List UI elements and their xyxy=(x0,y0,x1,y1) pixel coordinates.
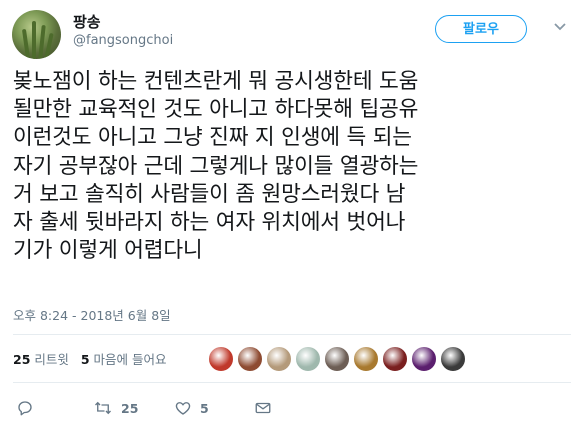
tweet-line: 봊노잼이 하는 컨텐츠란게 뭐 공시생한테 도움 xyxy=(13,69,419,94)
like-count: 5 xyxy=(200,400,209,416)
liker-avatar[interactable] xyxy=(353,346,379,372)
author-display-name[interactable]: 팡송 xyxy=(73,11,101,32)
liker-avatar[interactable] xyxy=(237,346,263,372)
reply-icon xyxy=(18,401,32,416)
author-avatar[interactable] xyxy=(12,10,61,59)
tweet-line: 이런것도 아니고 그냥 진짜 지 인생에 득 되는 xyxy=(13,125,412,151)
likes-count: 5 xyxy=(80,352,90,367)
liker-avatar[interactable] xyxy=(324,346,350,372)
tweet-line: 자기 공부잖아 근데 그렇게나 많이들 열광하는 xyxy=(13,153,419,179)
divider xyxy=(13,382,571,383)
like-button[interactable]: 5 xyxy=(174,398,209,418)
liker-avatar[interactable] xyxy=(208,346,234,372)
mail-icon xyxy=(255,402,271,414)
retweets-label: 리트윗 xyxy=(34,352,69,367)
divider xyxy=(13,334,571,335)
tweet-line: 기가 이렇게 어렵다니 xyxy=(13,238,203,264)
tweet-actions: 25 5 xyxy=(0,398,583,418)
tweet-text: 봊노잼이 하는 컨텐츠란게 뭐 공시생한테 도움 될만한 교육적인 것도 아니고… xyxy=(13,68,573,265)
tweet-line: 될만한 교육적인 것도 아니고 하다못해 팁공유 xyxy=(13,97,419,123)
retweet-button[interactable]: 25 xyxy=(93,398,138,418)
tweet-line: 거 보고 솔직히 사람들이 좀 원망스러웠다 남 xyxy=(13,181,406,207)
liker-avatar[interactable] xyxy=(411,346,437,372)
chevron-down-icon[interactable] xyxy=(553,22,567,32)
tweet-timestamp[interactable]: 오후 8:24 - 2018년 6월 8일 xyxy=(13,305,171,324)
tweet-line: 자 출세 뒷바라지 하는 여자 위치에서 벗어나 xyxy=(13,210,406,236)
likes-stat[interactable]: 5 마음에 들어요 xyxy=(81,352,167,367)
liker-avatar[interactable] xyxy=(440,346,466,372)
heart-icon xyxy=(175,402,191,415)
follow-button[interactable]: 팔로우 xyxy=(435,15,527,43)
liker-avatar[interactable] xyxy=(295,346,321,372)
retweet-count: 25 xyxy=(121,400,139,416)
retweets-stat[interactable]: 25 리트윗 xyxy=(13,352,69,367)
tweet-stats: 25 리트윗 5 마음에 들어요 xyxy=(13,349,167,368)
liker-avatar[interactable] xyxy=(266,346,292,372)
reply-button[interactable] xyxy=(16,398,34,418)
author-handle[interactable]: @fangsongchoi xyxy=(73,33,173,48)
retweet-icon xyxy=(95,401,111,415)
direct-message-button[interactable] xyxy=(254,398,272,418)
likes-label: 마음에 들어요 xyxy=(93,352,167,367)
retweets-count: 25 xyxy=(13,352,31,367)
liker-avatar[interactable] xyxy=(382,346,408,372)
